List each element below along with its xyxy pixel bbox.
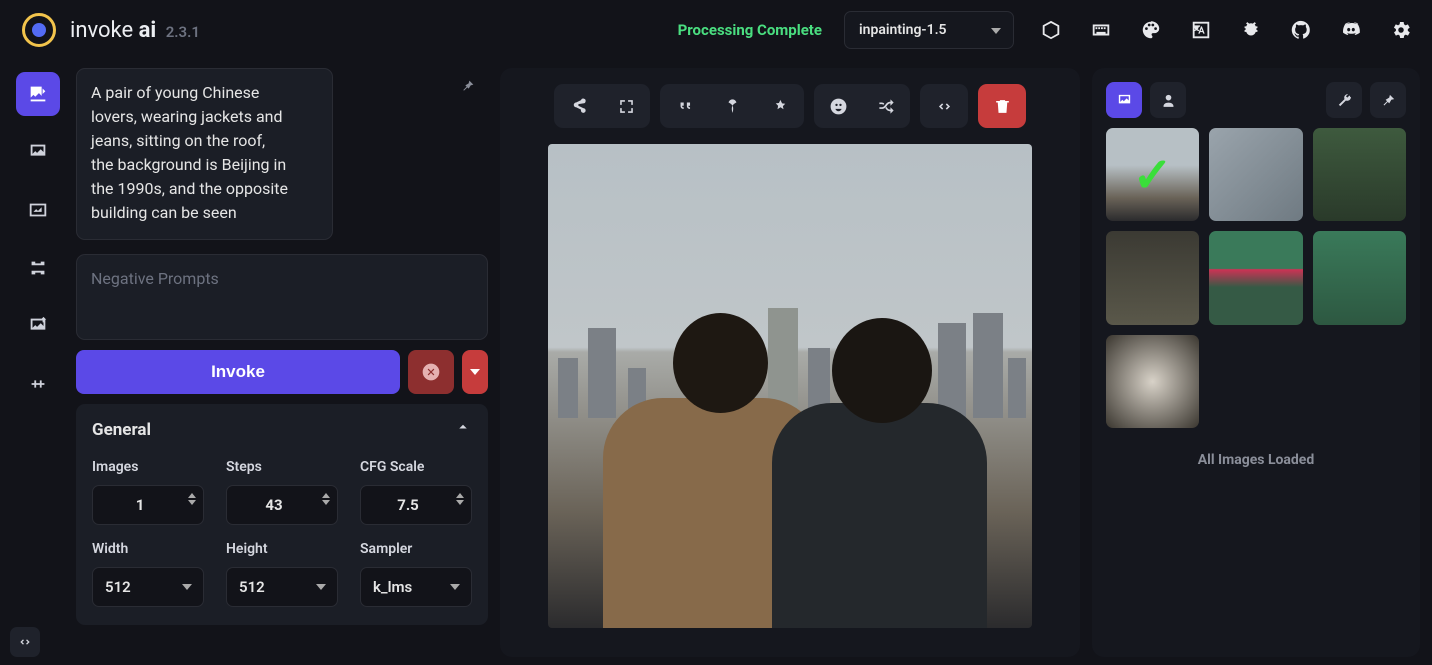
gallery-panel: All Images Loaded bbox=[1092, 68, 1420, 657]
face-icon[interactable] bbox=[814, 84, 862, 128]
console-toggle[interactable] bbox=[10, 627, 40, 657]
mode-rail bbox=[12, 68, 64, 657]
quote-icon[interactable] bbox=[660, 84, 708, 128]
gallery-thumb[interactable] bbox=[1209, 128, 1302, 221]
sampler-label: Sampler bbox=[360, 541, 472, 557]
share-icon[interactable] bbox=[554, 84, 602, 128]
settings-icon[interactable] bbox=[1388, 17, 1414, 43]
rail-txt2img[interactable] bbox=[16, 72, 60, 116]
seed-icon[interactable] bbox=[708, 84, 756, 128]
rail-unified-canvas[interactable] bbox=[16, 188, 60, 232]
code-icon[interactable] bbox=[920, 84, 968, 128]
general-panel: General Images 1 Steps 43 CFG Scale 7.5 … bbox=[76, 404, 488, 625]
palette-icon[interactable] bbox=[1138, 17, 1164, 43]
canvas-image[interactable] bbox=[548, 144, 1032, 628]
model-selector[interactable]: inpainting-1.5 bbox=[844, 11, 1014, 49]
gallery-thumb[interactable] bbox=[1106, 128, 1199, 221]
app-title: invoke ai 2.3.1 bbox=[70, 18, 200, 43]
delete-button[interactable] bbox=[978, 84, 1026, 128]
width-select[interactable]: 512 bbox=[92, 567, 204, 607]
rail-upscale[interactable] bbox=[16, 304, 60, 348]
gallery-footer: All Images Loaded bbox=[1106, 452, 1406, 468]
gallery-thumb[interactable] bbox=[1313, 128, 1406, 221]
wrench-icon[interactable] bbox=[1326, 82, 1362, 118]
gallery-thumb[interactable] bbox=[1106, 335, 1199, 428]
gallery-thumb[interactable] bbox=[1106, 231, 1199, 324]
chevron-up-icon[interactable] bbox=[454, 418, 472, 441]
gallery-pin-icon[interactable] bbox=[1370, 82, 1406, 118]
bug-icon[interactable] bbox=[1238, 17, 1264, 43]
cancel-button[interactable] bbox=[408, 350, 454, 394]
variation-icon[interactable] bbox=[756, 84, 804, 128]
gallery-tab-user[interactable] bbox=[1150, 82, 1186, 118]
steps-label: Steps bbox=[226, 459, 338, 475]
fullscreen-icon[interactable] bbox=[602, 84, 650, 128]
app-logo-icon bbox=[22, 13, 56, 47]
canvas-area bbox=[500, 68, 1080, 657]
sampler-select[interactable]: k_lms bbox=[360, 567, 472, 607]
rail-nodes[interactable] bbox=[16, 246, 60, 290]
images-input[interactable]: 1 bbox=[92, 485, 204, 525]
gallery-grid bbox=[1106, 128, 1406, 428]
cfg-input[interactable]: 7.5 bbox=[360, 485, 472, 525]
keyboard-icon[interactable] bbox=[1088, 17, 1114, 43]
invoke-more-button[interactable] bbox=[462, 350, 488, 394]
github-icon[interactable] bbox=[1288, 17, 1314, 43]
height-label: Height bbox=[226, 541, 338, 557]
width-label: Width bbox=[92, 541, 204, 557]
processing-status: Processing Complete bbox=[678, 21, 822, 39]
gallery-thumb[interactable] bbox=[1313, 231, 1406, 324]
discord-icon[interactable] bbox=[1338, 17, 1364, 43]
app-header: invoke ai 2.3.1 Processing Complete inpa… bbox=[0, 0, 1432, 60]
shuffle-icon[interactable] bbox=[862, 84, 910, 128]
gallery-tab-images[interactable] bbox=[1106, 82, 1142, 118]
general-title: General bbox=[92, 420, 151, 440]
steps-input[interactable]: 43 bbox=[226, 485, 338, 525]
rail-training[interactable] bbox=[16, 362, 60, 406]
negative-prompt-input[interactable] bbox=[76, 254, 488, 340]
parameters-panel: Invoke General Images 1 Steps 43 CFG Sca… bbox=[76, 68, 488, 657]
prompt-input[interactable] bbox=[76, 68, 333, 240]
language-icon[interactable] bbox=[1188, 17, 1214, 43]
rail-img2img[interactable] bbox=[16, 130, 60, 174]
cube-icon[interactable] bbox=[1038, 17, 1064, 43]
invoke-button[interactable]: Invoke bbox=[76, 350, 400, 394]
gallery-thumb[interactable] bbox=[1209, 231, 1302, 324]
cfg-label: CFG Scale bbox=[360, 459, 472, 475]
height-select[interactable]: 512 bbox=[226, 567, 338, 607]
canvas-toolbar bbox=[554, 84, 1026, 128]
images-label: Images bbox=[92, 459, 204, 475]
pin-icon[interactable] bbox=[460, 78, 476, 98]
